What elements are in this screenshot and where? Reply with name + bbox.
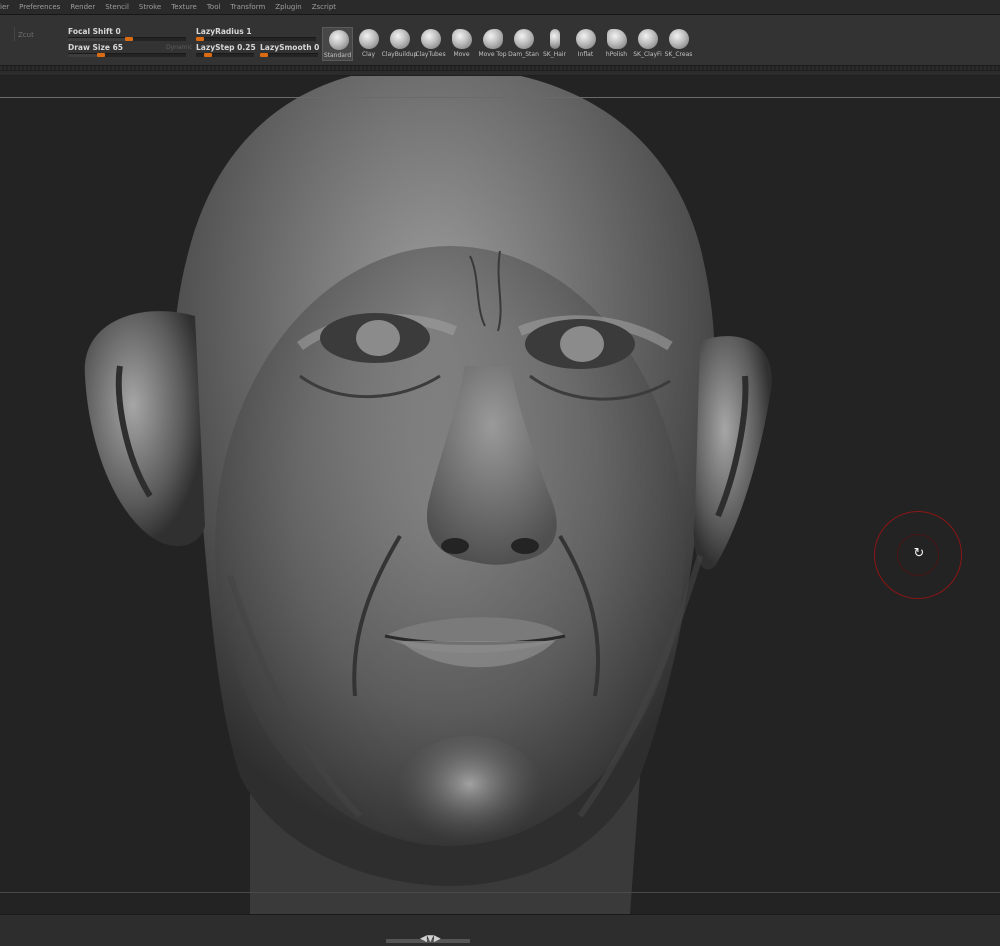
lazy-radius-value: 1 xyxy=(246,27,252,36)
menu-item-render[interactable]: Render xyxy=(65,3,100,11)
sculpted-head-model xyxy=(84,76,772,914)
canvas-header-bar xyxy=(0,71,1000,75)
menu-item-ier[interactable]: ier xyxy=(0,3,14,11)
lazy-smooth-knob[interactable] xyxy=(260,53,268,57)
skclayfill-brush-icon xyxy=(638,29,658,49)
focal-shift-knob[interactable] xyxy=(125,37,133,41)
menu-item-preferences[interactable]: Preferences xyxy=(14,3,65,11)
zadd-toggle[interactable] xyxy=(0,27,15,41)
brush-damstandard[interactable]: Dam_Stan xyxy=(508,27,539,61)
lazy-radius-knob[interactable] xyxy=(196,37,204,41)
lazy-smooth-slider[interactable]: LazySmooth 0 xyxy=(260,43,320,63)
brush-clay[interactable]: Clay xyxy=(353,27,384,61)
move-brush-icon xyxy=(452,29,472,49)
damstandard-brush-icon xyxy=(514,29,534,49)
menu-item-transform[interactable]: Transform xyxy=(225,3,270,11)
menu-item-tool[interactable]: Tool xyxy=(202,3,226,11)
lazy-smooth-label: LazySmooth xyxy=(260,43,312,52)
brush-palette: Standard Clay ClayBuildup ClayTubes Move… xyxy=(322,27,694,61)
brush-hpolish[interactable]: hPolish xyxy=(601,27,632,61)
claybuildup-brush-icon xyxy=(390,29,410,49)
lazy-step-label: LazyStep xyxy=(196,43,235,52)
hpolish-brush-icon xyxy=(607,29,627,49)
clay-brush-icon xyxy=(359,29,379,49)
bottom-shelf: ◀▼▶ xyxy=(0,914,1000,946)
brush-skclayfill[interactable]: SK_ClayFi xyxy=(632,27,663,61)
tool-shelf: Zcut Focal Shift 0 Draw Size 65 Dynamic … xyxy=(0,15,1000,66)
lazy-radius-label: LazyRadius xyxy=(196,27,244,36)
draw-size-value: 65 xyxy=(112,43,124,52)
zcut-toggle[interactable]: Zcut xyxy=(18,31,34,39)
lazy-step-slider[interactable]: LazyStep 0.25 xyxy=(196,43,256,63)
menu-item-zscript[interactable]: Zscript xyxy=(307,3,341,11)
brush-cursor: ↻ xyxy=(874,511,962,599)
lazy-smooth-value: 0 xyxy=(314,43,320,52)
skhair-brush-icon xyxy=(550,29,560,49)
rotate-icon: ↻ xyxy=(913,546,925,561)
lazy-step-track[interactable] xyxy=(196,53,254,57)
viewport-guide-top xyxy=(0,97,1000,98)
focal-shift-label: Focal Shift xyxy=(68,27,113,36)
brush-inflate[interactable]: Inflat xyxy=(570,27,601,61)
draw-size-label: Draw Size xyxy=(68,43,110,52)
menu-item-texture[interactable]: Texture xyxy=(166,3,202,11)
menu-item-zplugin[interactable]: Zplugin xyxy=(270,3,306,11)
dynamic-toggle[interactable]: Dynamic xyxy=(166,44,192,51)
brush-skcrease[interactable]: SK_Creas xyxy=(663,27,694,61)
menu-bar: ier Preferences Render Stencil Stroke Te… xyxy=(0,0,1000,15)
menu-item-stroke[interactable]: Stroke xyxy=(134,3,166,11)
focal-shift-track[interactable] xyxy=(68,37,186,41)
focal-shift-value: 0 xyxy=(115,27,121,36)
menu-item-stencil[interactable]: Stencil xyxy=(100,3,134,11)
brush-movetop[interactable]: Move Top xyxy=(477,27,508,61)
claytubes-brush-icon xyxy=(421,29,441,49)
viewport-canvas[interactable]: ↻ xyxy=(0,76,1000,914)
standard-brush-icon xyxy=(329,30,349,50)
inflate-brush-icon xyxy=(576,29,596,49)
brush-claybuildup[interactable]: ClayBuildup xyxy=(382,27,417,61)
movetop-brush-icon xyxy=(483,29,503,49)
brush-claytubes[interactable]: ClayTubes xyxy=(415,27,446,61)
lazy-smooth-track[interactable] xyxy=(260,53,318,57)
brush-label: SK_Creas xyxy=(664,51,693,58)
shelf-divider xyxy=(0,66,1000,70)
brush-skhair[interactable]: SK_Hair xyxy=(539,27,570,61)
lazy-step-value: 0.25 xyxy=(237,43,256,52)
collapse-arrow-icon[interactable]: ◀▼▶ xyxy=(420,935,441,944)
lazy-step-knob[interactable] xyxy=(204,53,212,57)
viewport-guide-bottom xyxy=(0,892,1000,893)
brush-move[interactable]: Move xyxy=(446,27,477,61)
draw-size-track[interactable] xyxy=(68,53,186,57)
lazy-radius-track[interactable] xyxy=(196,37,316,41)
draw-size-knob[interactable] xyxy=(97,53,105,57)
skcrease-brush-icon xyxy=(669,29,689,49)
brush-standard[interactable]: Standard xyxy=(322,27,353,61)
